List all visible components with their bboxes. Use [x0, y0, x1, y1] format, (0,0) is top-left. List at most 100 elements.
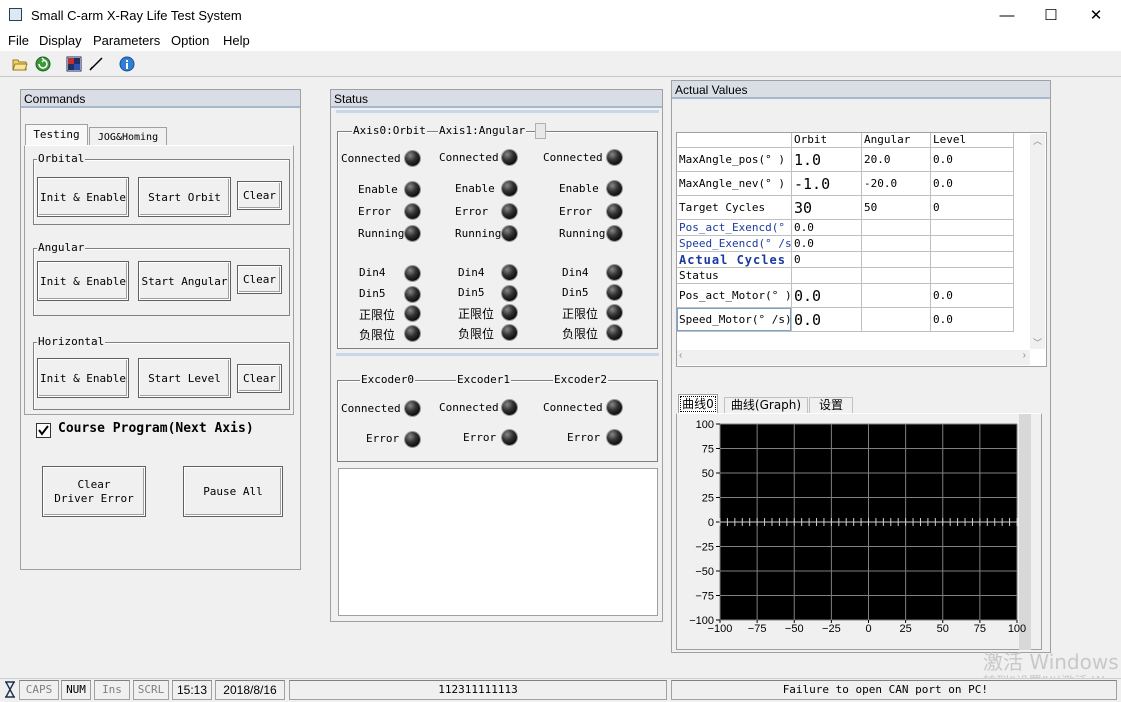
grid-cell-1-orbit[interactable]: -1.0	[792, 172, 862, 196]
menu-parameters[interactable]: Parameters	[93, 33, 160, 48]
y-tick-label-2: 50	[702, 468, 714, 480]
grid-cell-0-level[interactable]: 0.0	[931, 148, 1014, 172]
axis1-din5-label: Din5	[458, 286, 485, 299]
axis0-pos-limit-led	[405, 306, 420, 321]
grid-cell-8-angular[interactable]	[862, 308, 931, 332]
axis2-din4-label: Din4	[562, 266, 589, 279]
grid-cell-4-name[interactable]: Speed_Exencd(° /s)	[677, 236, 792, 252]
grid-cell-7-level[interactable]: 0.0	[931, 284, 1014, 308]
chevron-up-icon[interactable]: ︿	[1030, 134, 1045, 147]
axis1-tab[interactable]: Axis1:Angular	[438, 124, 527, 137]
angular-init-enable-button[interactable]: Init & Enable	[37, 261, 129, 301]
info-icon[interactable]	[119, 56, 135, 72]
log-textarea[interactable]	[338, 468, 658, 616]
grid-icon[interactable]	[66, 56, 82, 72]
axis0-din5-led	[405, 287, 420, 302]
grid-cell-5-level[interactable]	[931, 252, 1014, 268]
axis1-din4-label: Din4	[458, 266, 485, 279]
start-orbit-button[interactable]: Start Orbit	[138, 177, 231, 217]
tab-settings[interactable]: 设置	[809, 397, 853, 414]
grid-cell-7-angular[interactable]	[862, 284, 931, 308]
minimize-button[interactable]: —	[984, 0, 1030, 31]
grid-cell-6-angular[interactable]	[862, 268, 931, 284]
grid-cell-2-orbit[interactable]: 30	[792, 196, 862, 220]
y-tick-label-6: −50	[695, 566, 714, 578]
axis2-error-led	[607, 204, 622, 219]
grid-cell-2-angular[interactable]: 50	[862, 196, 931, 220]
grid-cell-1-level[interactable]: 0.0	[931, 172, 1014, 196]
axis0-connected-led	[405, 151, 420, 166]
menu-help[interactable]: Help	[223, 33, 250, 48]
chevron-down-icon[interactable]: ﹀	[1030, 336, 1045, 349]
grid-cell-1-angular[interactable]: -20.0	[862, 172, 931, 196]
tab-curve0[interactable]: 曲线0	[678, 394, 718, 414]
menu-file[interactable]: File	[8, 33, 29, 48]
grid-hscroll[interactable]: ‹ ›	[677, 350, 1030, 365]
status-header: Status	[331, 90, 662, 108]
tab-jog-homing[interactable]: JOG&Homing	[89, 127, 167, 146]
axis-tab-scroll[interactable]	[535, 123, 546, 139]
refresh-icon[interactable]	[35, 56, 51, 72]
grid-cell-2-name[interactable]: Target Cycles	[677, 196, 792, 220]
y-tick-label-7: −75	[695, 591, 714, 603]
grid-cell-1-name[interactable]: MaxAngle_nev(° )	[677, 172, 792, 196]
grid-cell-7-name[interactable]: Pos_act_Motor(° )	[677, 284, 792, 308]
grid-cell-4-angular[interactable]	[862, 236, 931, 252]
axis0-connected-label: Connected	[341, 152, 401, 165]
grid-cell-3-level[interactable]	[931, 220, 1014, 236]
orbital-label: Orbital	[37, 152, 86, 165]
close-button[interactable]: ✕	[1073, 0, 1119, 31]
axis0-neg-limit-label: 负限位	[359, 328, 396, 342]
orbital-clear-button[interactable]: Clear	[237, 181, 282, 210]
clear-driver-error-button[interactable]: Clear Driver Error	[42, 466, 146, 517]
grid-cell-8-orbit[interactable]: 0.0	[792, 308, 862, 332]
chevron-left-icon[interactable]: ‹	[679, 350, 682, 361]
orbital-init-enable-button[interactable]: Init & Enable	[37, 177, 129, 217]
encoder0-error-label: Error	[366, 432, 400, 445]
grid-cell-4-level[interactable]	[931, 236, 1014, 252]
curve-icon[interactable]	[88, 56, 104, 72]
grid-cell-2-level[interactable]: 0	[931, 196, 1014, 220]
horizontal-clear-button[interactable]: Clear	[237, 364, 282, 393]
axis1-connected-label: Connected	[439, 151, 499, 164]
horizontal-init-enable-button[interactable]: Init & Enable	[37, 358, 129, 398]
encoder1-error-led	[502, 430, 517, 445]
pause-all-button[interactable]: Pause All	[183, 466, 283, 517]
grid-cell-6-level[interactable]	[931, 268, 1014, 284]
grid-cell-4-orbit[interactable]: 0.0	[792, 236, 862, 252]
tab-testing[interactable]: Testing	[25, 124, 88, 146]
menu-option[interactable]: Option	[171, 33, 209, 48]
angular-clear-button[interactable]: Clear	[237, 265, 282, 294]
open-folder-icon[interactable]	[12, 56, 28, 72]
grid-cell-3-angular[interactable]	[862, 220, 931, 236]
grid-cell-5-orbit[interactable]: 0	[792, 252, 862, 268]
grid-cell-8-level[interactable]: 0.0	[931, 308, 1014, 332]
grid-cell-3-name[interactable]: Pos_act_Exencd(° )	[677, 220, 792, 236]
axis2-enable-label: Enable	[559, 182, 599, 195]
grid-cell-0-angular[interactable]: 20.0	[862, 148, 931, 172]
grid-cell-6-orbit[interactable]	[792, 268, 862, 284]
axis0-pos-limit-label: 正限位	[359, 308, 396, 322]
x-tick-label-6: 50	[937, 623, 949, 635]
start-level-button[interactable]: Start Level	[138, 358, 231, 398]
grid-vscroll[interactable]: ︿ ﹀	[1030, 134, 1045, 349]
axis0-tab[interactable]: Axis0:Orbit	[352, 124, 427, 137]
grid-cell-3-orbit[interactable]: 0.0	[792, 220, 862, 236]
grid-cell-0-orbit[interactable]: 1.0	[792, 148, 862, 172]
num-indicator: NUM	[61, 680, 91, 700]
scrl-indicator: SCRL	[133, 680, 169, 700]
grid-cell-0-name[interactable]: MaxAngle_pos(° )	[677, 148, 792, 172]
menu-display[interactable]: Display	[39, 33, 82, 48]
start-angular-button[interactable]: Start Angular	[138, 261, 231, 301]
chevron-right-icon[interactable]: ›	[1023, 350, 1026, 361]
axis0-din4-led	[405, 266, 420, 281]
grid-cell-7-orbit[interactable]: 0.0	[792, 284, 862, 308]
tab-curve-graph[interactable]: 曲线(Graph)	[724, 397, 808, 414]
maximize-button[interactable]: ☐	[1028, 0, 1074, 31]
grid-cell-6-name[interactable]: Status	[677, 268, 792, 284]
course-program-checkbox[interactable]	[36, 423, 51, 438]
grid-cell-5-angular[interactable]	[862, 252, 931, 268]
grid-cell-8-name[interactable]: Speed_Motor(° /s)	[677, 308, 792, 332]
grid-cell-5-name[interactable]: Actual Cycles	[677, 252, 792, 268]
y-tick-label-8: −100	[689, 615, 714, 627]
